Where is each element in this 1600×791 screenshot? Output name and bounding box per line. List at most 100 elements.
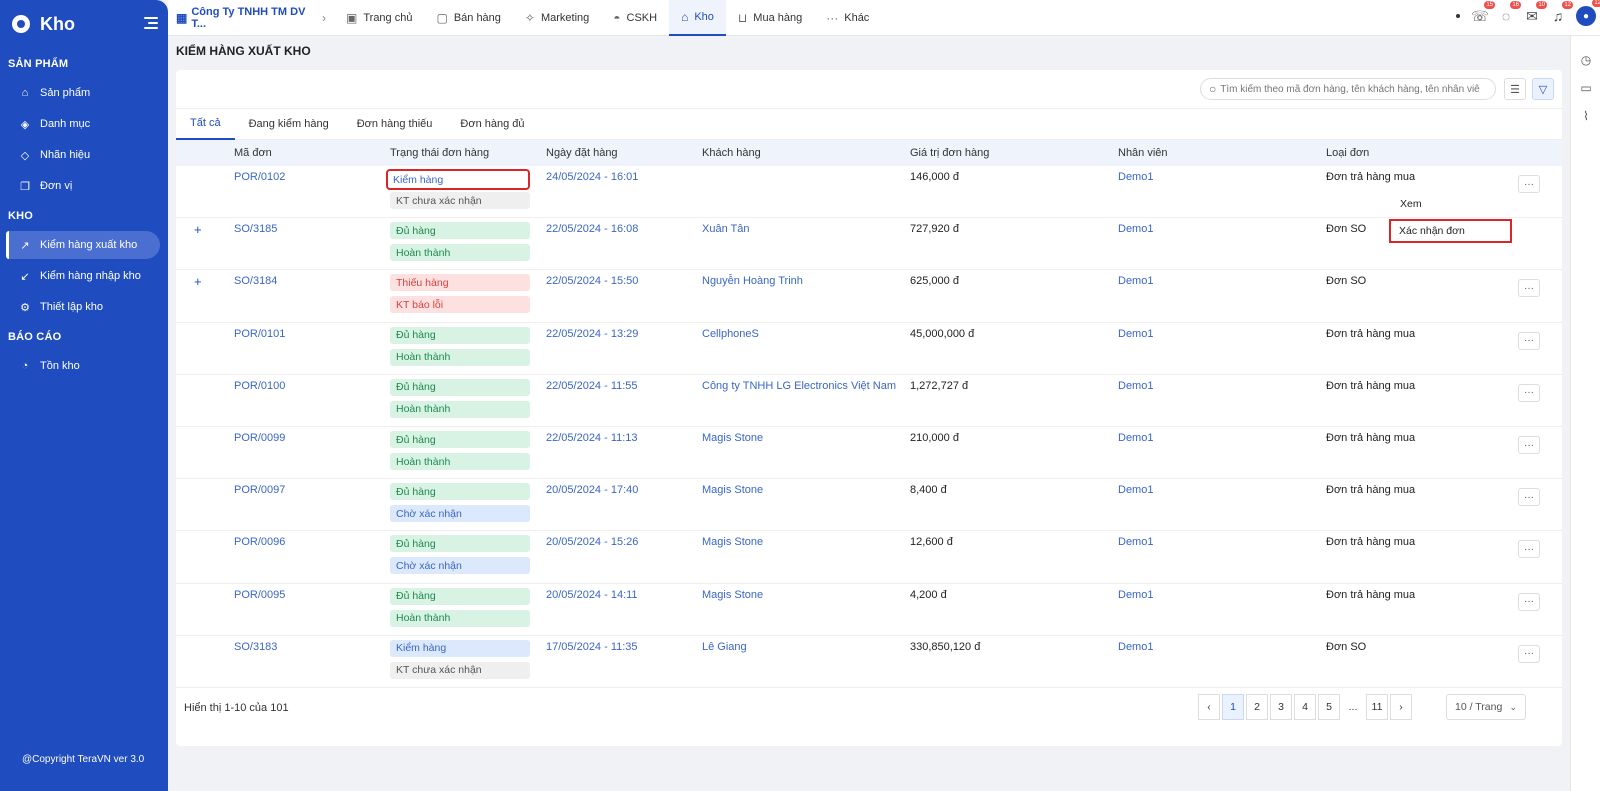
order-code-link[interactable]: POR/0097 <box>234 484 285 496</box>
pagination-ellipsis: ... <box>1342 694 1364 720</box>
order-code-link[interactable]: POR/0101 <box>234 328 285 340</box>
sidebar-item[interactable]: ⌂ Sản phẩm <box>6 79 160 107</box>
order-code-link[interactable]: POR/0102 <box>234 171 285 183</box>
staff-link[interactable]: Demo1 <box>1118 536 1153 548</box>
nav-tab-label: Mua hàng <box>753 11 803 24</box>
row-actions-button[interactable]: ··· <box>1518 488 1540 507</box>
expand-row-icon[interactable]: + <box>194 274 202 289</box>
staff-link[interactable]: Demo1 <box>1118 432 1153 444</box>
customer-link[interactable]: Xuân Tân <box>702 223 750 235</box>
row-actions-button[interactable]: ··· <box>1518 436 1540 454</box>
row-actions-button[interactable]: ··· <box>1518 592 1540 611</box>
paperclip-icon[interactable]: ⌇ <box>1571 102 1600 130</box>
row-actions-button[interactable]: ··· <box>1518 175 1540 193</box>
next-page-button[interactable]: › <box>1390 694 1412 720</box>
avatar[interactable]: ● 12 <box>1576 0 1600 26</box>
sidebar-section-title: KHO <box>8 210 34 222</box>
expand-row-icon[interactable]: + <box>194 222 202 237</box>
status-tab[interactable]: Đang kiểm hàng <box>235 108 343 140</box>
staff-link[interactable]: Demo1 <box>1118 328 1153 340</box>
search-input[interactable] <box>1220 83 1481 95</box>
customer-link[interactable]: Nguyễn Hoàng Trinh <box>702 275 803 287</box>
customer-link[interactable]: Magis Stone <box>702 536 763 548</box>
page-button[interactable]: 4 <box>1294 694 1316 720</box>
customer-link[interactable]: Magis Stone <box>702 484 763 496</box>
status-tab[interactable]: Tất cả <box>176 108 235 140</box>
nav-tab[interactable]: ◓ CSKH <box>601 0 669 36</box>
phone-icon[interactable]: ☏ 15 <box>1471 1 1495 24</box>
nav-tab[interactable]: ⌂ Kho <box>669 0 726 36</box>
mail-icon[interactable]: ✉ 10 <box>1524 1 1547 24</box>
sidebar-item[interactable]: ◔ Tồn kho <box>6 352 160 380</box>
nav-tab[interactable]: ⊔ Mua hàng <box>726 0 814 36</box>
search-box[interactable]: ○ <box>1200 78 1496 100</box>
adjust-columns-button[interactable]: ☰ <box>1504 78 1526 100</box>
staff-link[interactable]: Demo1 <box>1118 380 1153 392</box>
nav-tab[interactable]: ··· Khác <box>814 0 881 36</box>
nav-tab-label: CSKH <box>626 11 658 24</box>
status-tab[interactable]: Đơn hàng đủ <box>446 108 538 140</box>
row-actions-button[interactable]: ··· <box>1518 331 1540 350</box>
sidebar-item[interactable]: ↙ Kiểm hàng nhập kho <box>6 262 160 290</box>
row-actions-button[interactable]: ··· <box>1518 279 1540 298</box>
customer-link[interactable]: Magis Stone <box>702 432 763 444</box>
inspection-status-badge: Chờ xác nhận <box>390 557 530 575</box>
nav-tab[interactable]: ▢ Bán hàng <box>424 0 512 36</box>
mail-badge: 10 <box>1536 1 1547 9</box>
order-code-link[interactable]: SO/3183 <box>234 641 277 653</box>
order-code-link[interactable]: POR/0095 <box>234 589 285 601</box>
order-status-badge: Đủ hàng <box>390 326 530 344</box>
sidebar-item[interactable]: ❐ Đơn vị <box>6 172 160 200</box>
filter-button[interactable]: ▽ <box>1532 78 1554 100</box>
staff-link[interactable]: Demo1 <box>1118 275 1153 287</box>
nav-tab[interactable]: ✧ Marketing <box>513 0 601 36</box>
sparkle-icon: ✧ <box>524 10 535 25</box>
page-button[interactable]: 2 <box>1246 694 1268 720</box>
prev-page-button[interactable]: ‹ <box>1198 694 1220 720</box>
customer-link[interactable]: Lê Giang <box>702 641 747 653</box>
row-actions-button[interactable]: ··· <box>1518 383 1540 402</box>
status-tab[interactable]: Đơn hàng thiếu <box>343 108 447 140</box>
sidebar-item[interactable]: ◇ Nhãn hiệu <box>6 141 160 169</box>
order-code-link[interactable]: POR/0096 <box>234 536 285 548</box>
sidebar-item[interactable]: ⚙ Thiết lập kho <box>6 293 160 321</box>
customer-link[interactable]: Công ty TNHH LG Electronics Việt Nam <box>702 380 896 392</box>
order-code-link[interactable]: POR/0100 <box>234 380 285 392</box>
menu-item-confirm-order[interactable]: Xác nhận đơn <box>1389 219 1512 243</box>
more-horizontal-icon: ··· <box>1524 387 1534 399</box>
staff-link[interactable]: Demo1 <box>1118 589 1153 601</box>
company-switcher[interactable]: ▦ Công Ty TNHH TM DV T... <box>168 6 316 30</box>
order-code-link[interactable]: SO/3184 <box>234 275 277 287</box>
customer-link[interactable]: Magis Stone <box>702 589 763 601</box>
staff-link[interactable]: Demo1 <box>1118 641 1153 653</box>
sidebar-item[interactable]: ◈ Danh mục <box>6 110 160 138</box>
customer-link[interactable]: CellphoneS <box>702 328 759 340</box>
page-button[interactable]: 1 <box>1222 694 1244 720</box>
page-button[interactable]: 3 <box>1270 694 1292 720</box>
comment-icon[interactable]: ▭ <box>1571 74 1600 102</box>
order-code-link[interactable]: POR/0099 <box>234 432 285 444</box>
order-status-badge: Đủ hàng <box>390 587 530 605</box>
bell-icon[interactable]: ♫ 12 <box>1550 1 1573 24</box>
row-actions-button[interactable]: ··· <box>1518 540 1540 559</box>
menu-item-view[interactable]: Xem <box>1400 198 1422 210</box>
dashboard-icon: ▣ <box>346 10 358 25</box>
staff-link[interactable]: Demo1 <box>1118 171 1153 183</box>
page-button[interactable]: 11 <box>1366 694 1388 720</box>
chat-icon[interactable]: ◌ 16 <box>1498 1 1521 24</box>
table-row: POR/0095 Đủ hàng Hoàn thành 20/05/2024 - 14… <box>176 584 1562 636</box>
row-actions-button[interactable]: ··· <box>1518 644 1540 663</box>
module-tabs: ▣ Trang chủ ▢ Bán hàng ✧ Marketing ◓ CSKH ⌂ Kho ⊔ M… <box>334 0 881 36</box>
order-code-link[interactable]: SO/3185 <box>234 223 277 235</box>
page-size-select[interactable]: 10 / Trang ⌄ <box>1446 694 1526 720</box>
order-type: Đơn SO <box>1326 640 1367 653</box>
page-button[interactable]: 5 <box>1318 694 1340 720</box>
bell-badge: 12 <box>1562 1 1573 9</box>
staff-link[interactable]: Demo1 <box>1118 484 1153 496</box>
staff-link[interactable]: Demo1 <box>1118 223 1153 235</box>
clock-icon[interactable]: ◷ <box>1571 46 1600 74</box>
order-date: 17/05/2024 - 11:35 <box>546 640 638 653</box>
nav-tab[interactable]: ▣ Trang chủ <box>334 0 424 36</box>
menu-toggle-icon[interactable] <box>144 17 158 29</box>
sidebar-item[interactable]: ↗ Kiểm hàng xuất kho <box>6 231 160 259</box>
